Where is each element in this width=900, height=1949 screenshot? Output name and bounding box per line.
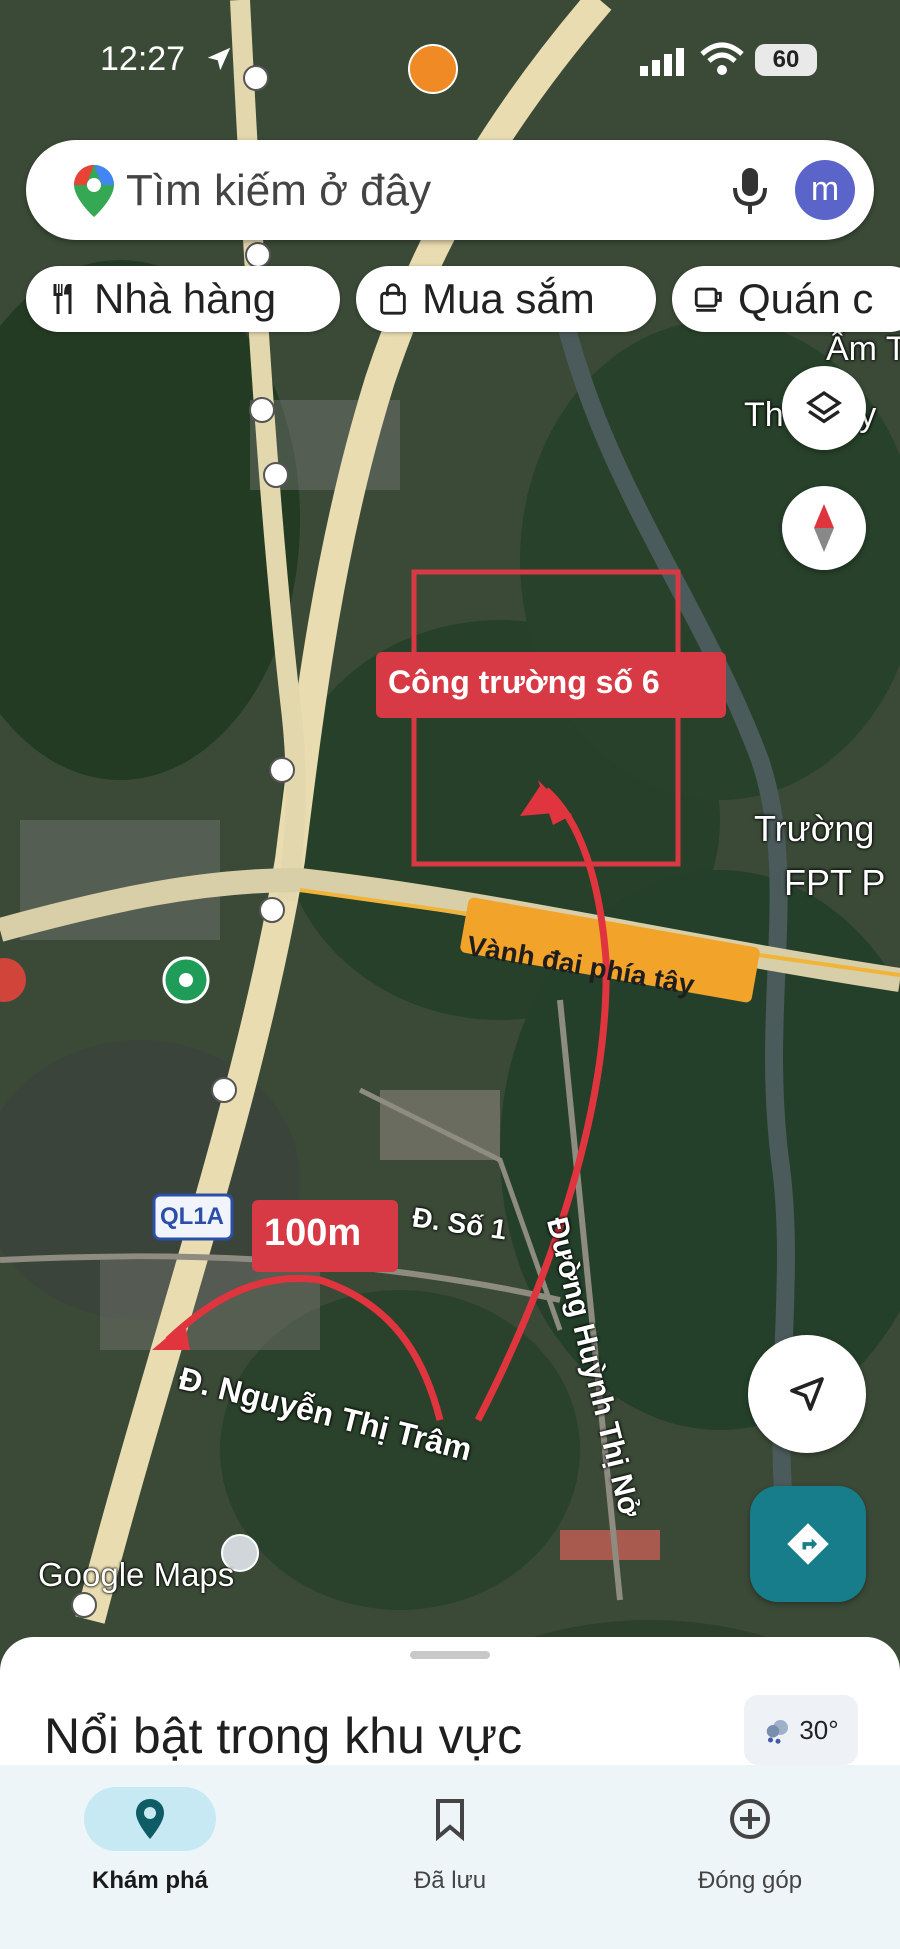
- poi-fpt-label-1: Trường: [754, 808, 875, 849]
- site-label: Công trường số 6: [388, 664, 660, 700]
- chip-restaurants[interactable]: Nhà hàng: [26, 266, 340, 332]
- sheet-drag-handle[interactable]: [410, 1651, 490, 1659]
- poi-fpt-label-2: FPT P: [784, 862, 886, 903]
- explore-pin-icon: [136, 1799, 164, 1839]
- bookmark-icon: [436, 1799, 464, 1842]
- add-circle-icon: [730, 1799, 770, 1839]
- nav-saved[interactable]: Đã lưu: [300, 1765, 600, 1949]
- compass-icon: [814, 504, 834, 552]
- chip-shopping-label: Mua sắm: [422, 275, 595, 322]
- status-time: 12:27: [100, 40, 186, 78]
- restaurant-icon: [53, 284, 72, 314]
- weather-badge[interactable]: 30°: [744, 1695, 858, 1765]
- location-arrow-icon: [207, 47, 231, 71]
- compass-button[interactable]: [782, 486, 866, 570]
- poi-top-label-1: Ấm T: [826, 330, 900, 368]
- shopping-bag-icon: [380, 283, 406, 315]
- nav-explore[interactable]: Khám phá: [0, 1765, 300, 1949]
- chip-restaurants-label: Nhà hàng: [94, 275, 277, 322]
- directions-icon: [787, 1523, 829, 1565]
- wifi-icon: [700, 42, 744, 75]
- chip-shopping[interactable]: Mua sắm: [356, 266, 656, 332]
- weather-temp: 30°: [799, 1714, 839, 1745]
- coffee-icon: [694, 287, 722, 312]
- chip-coffee[interactable]: Quán c: [672, 266, 900, 332]
- nav-contribute[interactable]: Đóng góp: [600, 1765, 900, 1949]
- google-maps-watermark: Google Maps: [38, 1556, 235, 1593]
- google-maps-logo-icon: [74, 165, 114, 217]
- layers-icon: [805, 390, 843, 424]
- weather-icon: [767, 1720, 789, 1744]
- directions-button[interactable]: [750, 1486, 866, 1602]
- distance-label: 100m: [264, 1212, 362, 1254]
- microphone-icon[interactable]: [730, 164, 770, 216]
- nav-explore-label: Khám phá: [91, 1867, 208, 1894]
- battery-indicator: 60: [755, 44, 817, 76]
- bottom-navigation: Khám phá Đã lưu Đóng góp: [0, 1765, 900, 1949]
- status-bar: 12:27 60: [0, 0, 900, 120]
- panel-title: Nổi bật trong khu vực: [44, 1708, 523, 1764]
- my-location-button[interactable]: [748, 1335, 866, 1453]
- nav-saved-label: Đã lưu: [413, 1867, 487, 1894]
- highway-shield: QL1A: [160, 1203, 225, 1230]
- signal-icon: [640, 48, 684, 76]
- chip-coffee-label: Quán c: [738, 275, 874, 322]
- navigation-arrow-icon: [790, 1377, 824, 1411]
- search-bar[interactable]: Tìm kiếm ở đây m: [26, 140, 874, 240]
- layers-button[interactable]: [782, 366, 866, 450]
- avatar[interactable]: m: [795, 160, 855, 220]
- restaurant-pin-icon: [408, 44, 458, 94]
- nav-contribute-label: Đóng góp: [697, 1867, 803, 1894]
- search-input[interactable]: Tìm kiếm ở đây: [126, 166, 431, 216]
